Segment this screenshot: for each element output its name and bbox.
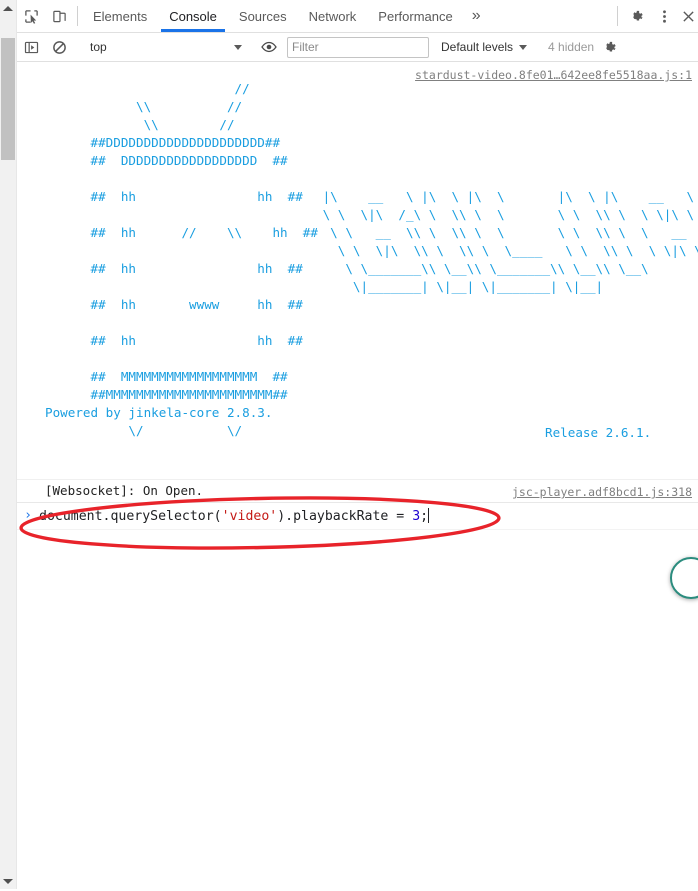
- release-version-text: Release 2.6.1.: [545, 425, 652, 440]
- devtools-panel: Elements Console Sources Network Perform…: [17, 0, 698, 891]
- ascii-logo-art: // \\ // \\ // ##DDDDDDDDDDDDDDDDDDDDD##…: [45, 81, 318, 438]
- ascii-wordmark-art: |\ __ \ |\ \ |\ \ |\ \ |\ __ \ \ \ \|\ /…: [322, 189, 698, 294]
- tab-performance[interactable]: Performance: [367, 0, 463, 32]
- device-toolbar-icon[interactable]: [45, 0, 73, 32]
- code-token-string: 'video': [221, 509, 278, 524]
- tab-elements[interactable]: Elements: [82, 0, 158, 32]
- clear-console-icon[interactable]: [45, 40, 73, 55]
- prompt-chevron-icon: ›: [24, 508, 32, 523]
- inspect-element-icon[interactable]: [17, 0, 45, 32]
- tabstrip-right-divider: [617, 6, 618, 26]
- tab-network[interactable]: Network: [298, 0, 368, 32]
- console-prompt-row[interactable]: › document.querySelector('video').playba…: [17, 503, 698, 530]
- devtools-tabstrip: Elements Console Sources Network Perform…: [17, 0, 698, 33]
- scrollbar-up-arrow[interactable]: [0, 0, 16, 16]
- page-vertical-scrollbar[interactable]: [0, 0, 17, 889]
- execution-context-dropdown[interactable]: top: [82, 37, 246, 57]
- websocket-message-text: [Websocket]: On Open.: [45, 483, 204, 498]
- console-toolbar: top Default levels 4 hidden: [17, 33, 698, 62]
- execution-context-value: top: [90, 40, 107, 54]
- more-tabs-button[interactable]: »: [464, 0, 489, 32]
- console-settings-gear-icon[interactable]: [598, 39, 620, 56]
- close-icon[interactable]: [678, 0, 698, 32]
- console-message-list[interactable]: stardust-video.8fe01…642ee8fe5518aa.js:1…: [17, 62, 698, 891]
- chevron-down-icon: [519, 44, 528, 50]
- scrollbar-thumb[interactable]: [1, 38, 15, 160]
- banner-source-link[interactable]: stardust-video.8fe01…642ee8fe5518aa.js:1: [415, 68, 692, 82]
- console-banner-message: stardust-video.8fe01…642ee8fe5518aa.js:1…: [17, 62, 698, 480]
- code-token-plain-3: ;: [420, 509, 429, 524]
- scrollbar-down-arrow[interactable]: [0, 873, 16, 889]
- kebab-menu-icon[interactable]: [650, 0, 678, 32]
- code-token-number: 3: [412, 509, 421, 524]
- tab-console[interactable]: Console: [158, 0, 228, 32]
- live-expression-eye-icon[interactable]: [255, 39, 283, 55]
- console-sidebar-icon[interactable]: [17, 40, 45, 55]
- tab-console-label: Console: [169, 8, 217, 24]
- text-cursor: [428, 508, 430, 523]
- console-websocket-message: [Websocket]: On Open. jsc-player.adf8bcd…: [17, 480, 698, 503]
- tab-sources[interactable]: Sources: [228, 0, 298, 32]
- tab-elements-label: Elements: [93, 8, 148, 24]
- toolbar-divider: [77, 6, 78, 26]
- console-prompt-input[interactable]: document.querySelector('video').playback…: [39, 508, 430, 524]
- tab-performance-label: Performance: [378, 8, 453, 24]
- console-filter-input[interactable]: [287, 36, 429, 58]
- gear-icon[interactable]: [622, 0, 650, 32]
- tab-sources-label: Sources: [238, 8, 287, 24]
- tab-network-label: Network: [308, 8, 357, 24]
- more-tabs-label: »: [471, 7, 481, 24]
- websocket-source-link[interactable]: jsc-player.adf8bcd1.js:318: [512, 481, 692, 503]
- chevron-down-icon: [234, 44, 242, 50]
- hidden-messages-count: 4 hidden: [548, 40, 595, 54]
- log-levels-label: Default levels: [441, 40, 514, 54]
- code-token-plain-2: ).playbackRate =: [277, 509, 413, 524]
- code-token-plain-1: document.querySelector(: [39, 509, 222, 524]
- log-levels-dropdown[interactable]: Default levels: [435, 40, 533, 54]
- tabstrip-spacer: [489, 0, 613, 32]
